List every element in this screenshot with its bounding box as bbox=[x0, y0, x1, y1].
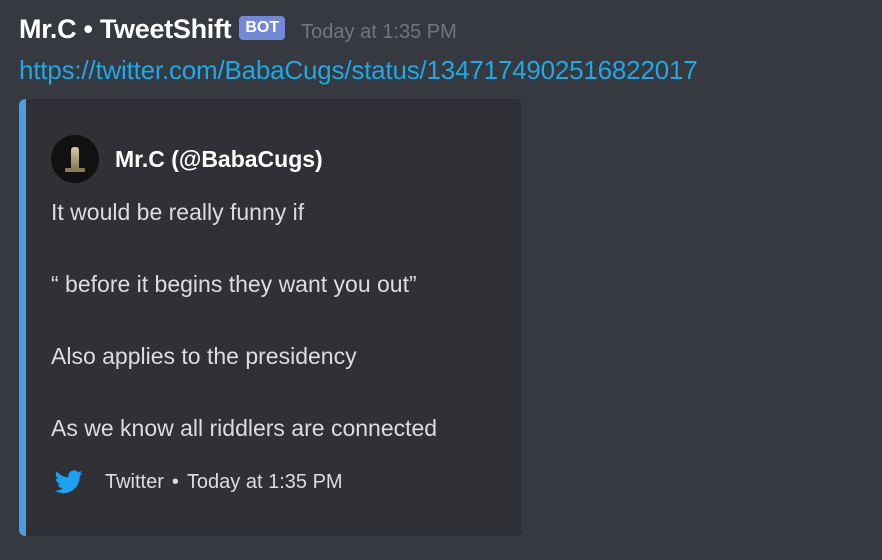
twitter-bird-icon bbox=[55, 470, 83, 494]
embed-footer: Twitter • Today at 1:35 PM bbox=[55, 470, 343, 494]
description-line: It would be really funny if bbox=[51, 199, 305, 225]
tweet-embed: Mr.C (@BabaCugs) It would be really funn… bbox=[19, 99, 522, 536]
tweet-link[interactable]: https://twitter.com/BabaCugs/status/1347… bbox=[19, 55, 869, 86]
embed-author: Mr.C (@BabaCugs) bbox=[51, 135, 323, 183]
message-author[interactable]: Mr.C • TweetShift bbox=[19, 14, 232, 45]
description-line: As we know all riddlers are connected bbox=[51, 415, 438, 441]
avatar-base bbox=[65, 168, 85, 172]
embed-description: It would be really funny if “ before it … bbox=[51, 196, 511, 484]
message-header: Mr.C • TweetShift BOT Today at 1:35 PM bbox=[19, 10, 869, 48]
embed-author-name[interactable]: Mr.C (@BabaCugs) bbox=[115, 146, 323, 173]
message-timestamp: Today at 1:35 PM bbox=[301, 20, 457, 43]
footer-timestamp: Today at 1:35 PM bbox=[186, 470, 343, 493]
footer-source: Twitter bbox=[105, 470, 164, 493]
embed-accent-bar bbox=[19, 99, 26, 536]
avatar[interactable] bbox=[51, 135, 99, 183]
description-line: Also applies to the presidency bbox=[51, 343, 357, 369]
bot-badge: BOT bbox=[239, 16, 286, 40]
avatar-figure bbox=[71, 147, 79, 169]
footer-separator: • bbox=[171, 470, 179, 493]
chat-message: Mr.C • TweetShift BOT Today at 1:35 PM h… bbox=[19, 10, 869, 86]
description-line: “ before it begins they want you out” bbox=[51, 271, 417, 297]
